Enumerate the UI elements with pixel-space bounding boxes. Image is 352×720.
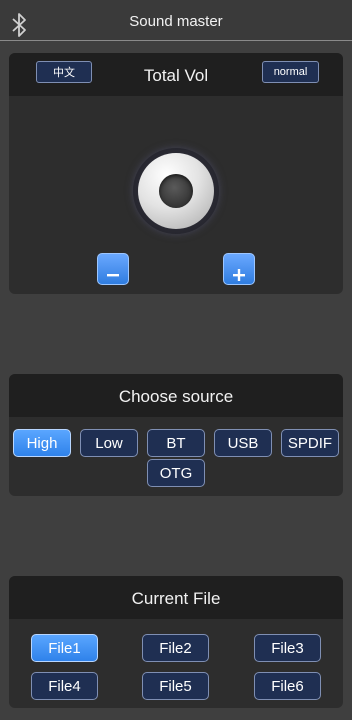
source-panel-header: Choose source bbox=[9, 374, 343, 417]
file-6-button[interactable]: File6 bbox=[254, 672, 321, 700]
minus-icon bbox=[107, 274, 119, 277]
file-3-button[interactable]: File3 bbox=[254, 634, 321, 662]
files-title: Current File bbox=[131, 589, 221, 608]
source-spdif-button[interactable]: SPDIF bbox=[281, 429, 339, 457]
volume-knob-ring bbox=[138, 153, 214, 229]
volume-down-button[interactable] bbox=[97, 253, 129, 285]
source-high-button[interactable]: High bbox=[13, 429, 71, 457]
plus-icon bbox=[233, 269, 245, 281]
file-1-button[interactable]: File1 bbox=[31, 634, 98, 662]
source-bt-button[interactable]: BT bbox=[147, 429, 205, 457]
volume-knob[interactable] bbox=[133, 148, 219, 234]
file-4-button[interactable]: File4 bbox=[31, 672, 98, 700]
source-low-button[interactable]: Low bbox=[80, 429, 138, 457]
file-5-button[interactable]: File5 bbox=[142, 672, 209, 700]
volume-up-button[interactable] bbox=[223, 253, 255, 285]
top-bar: Sound master bbox=[0, 0, 352, 41]
volume-knob-center bbox=[159, 174, 193, 208]
source-title: Choose source bbox=[118, 387, 234, 406]
files-panel-header: Current File bbox=[9, 576, 343, 619]
mode-button[interactable]: normal bbox=[262, 61, 319, 83]
volume-panel-header: 中文 Total Vol normal bbox=[9, 53, 343, 96]
source-otg-button[interactable]: OTG bbox=[147, 459, 205, 487]
file-2-button[interactable]: File2 bbox=[142, 634, 209, 662]
app-title: Sound master bbox=[129, 13, 223, 30]
source-usb-button[interactable]: USB bbox=[214, 429, 272, 457]
files-panel: Current File File1 File2 File3 File4 Fil… bbox=[9, 576, 343, 708]
source-panel: Choose source High Low BT USB SPDIF OTG bbox=[9, 374, 343, 496]
volume-panel: 中文 Total Vol normal 60 bbox=[9, 53, 343, 294]
